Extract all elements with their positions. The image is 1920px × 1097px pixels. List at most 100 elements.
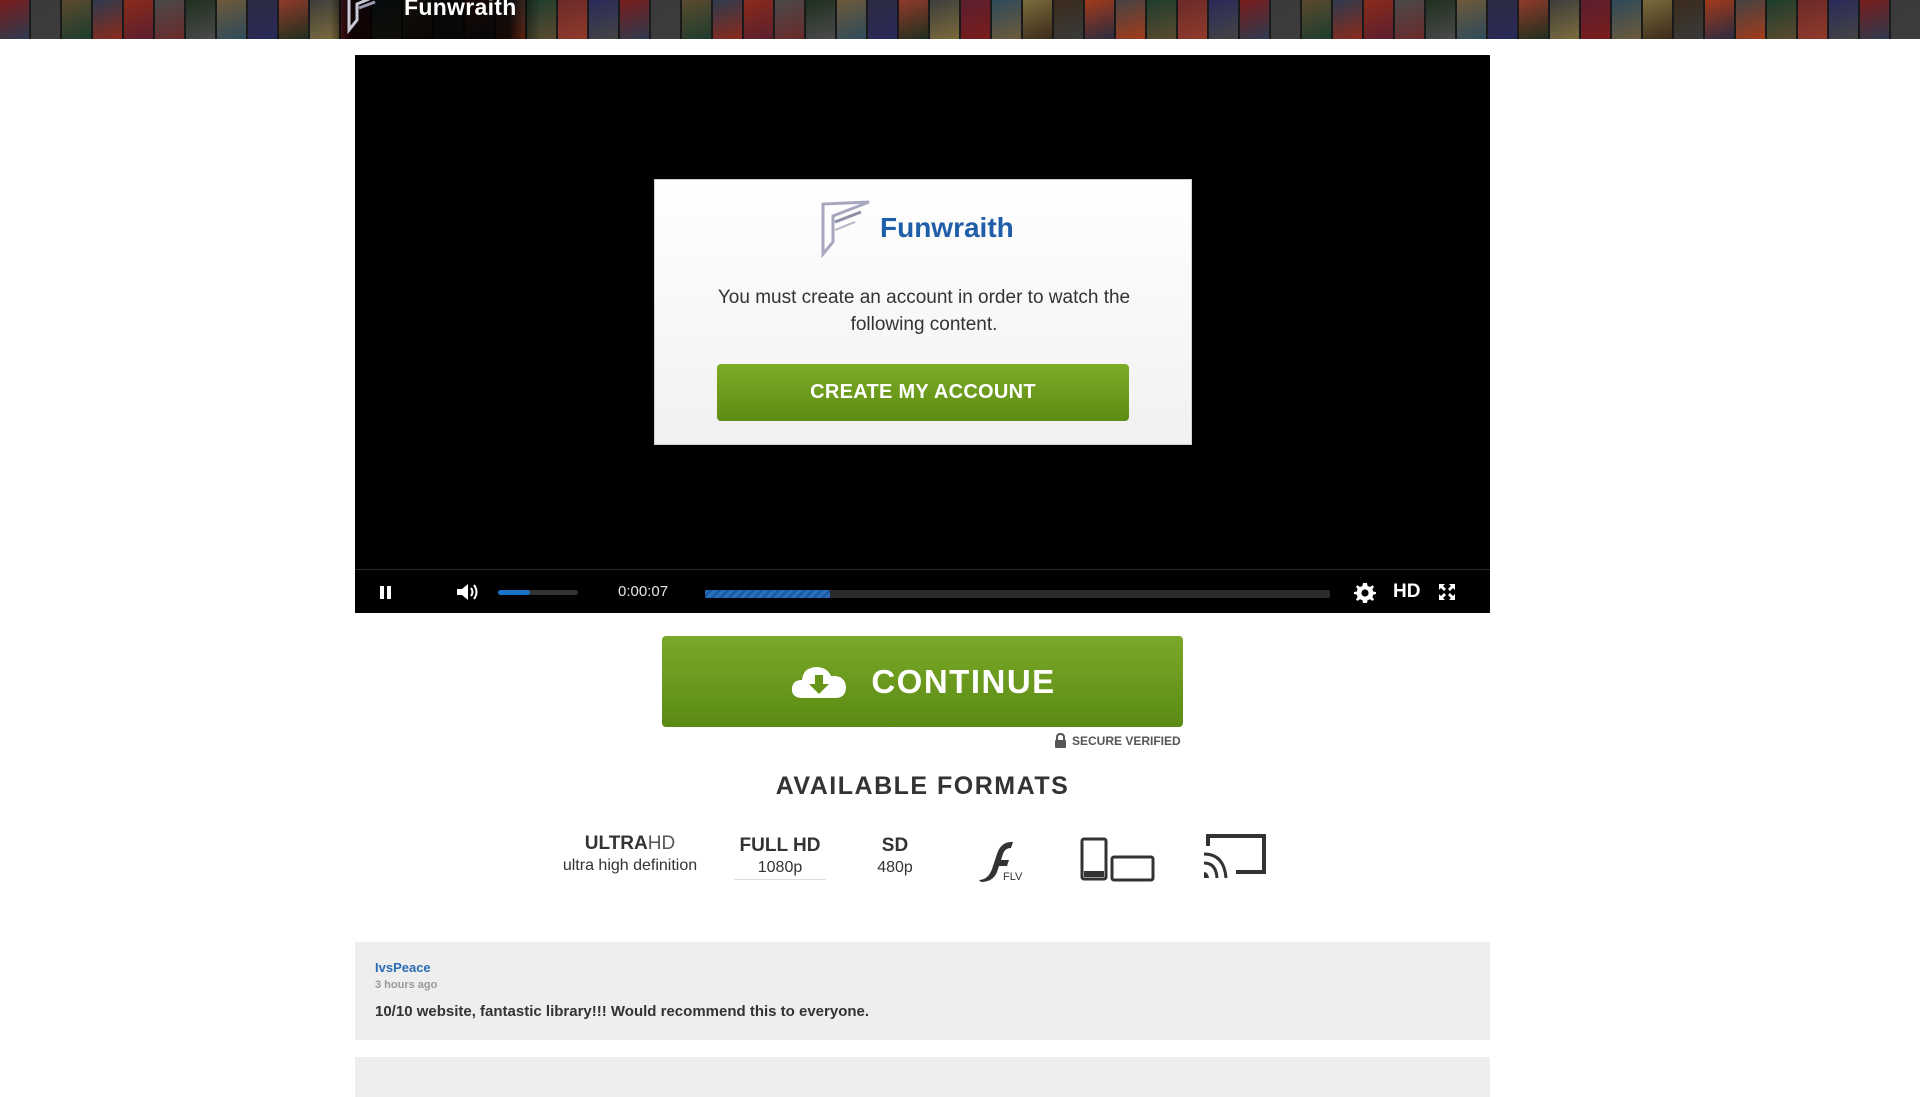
continue-button[interactable]: CONTINUE xyxy=(662,636,1183,727)
poster-thumbnail xyxy=(1519,0,1548,39)
poster-thumbnail xyxy=(1860,0,1889,39)
poster-thumbnail xyxy=(1550,0,1579,39)
poster-thumbnail xyxy=(775,0,804,39)
poster-thumbnail xyxy=(744,0,773,39)
poster-thumbnail xyxy=(1581,0,1610,39)
poster-thumbnail xyxy=(899,0,928,39)
poster-thumbnail xyxy=(1085,0,1114,39)
volume-level xyxy=(498,590,530,595)
player-controls: 0:00:07 HD xyxy=(355,569,1490,613)
comment-time: 3 hours ago xyxy=(375,979,438,991)
comment-text: 10/10 website, fantastic library!!! Woul… xyxy=(375,1003,870,1020)
poster-thumbnail xyxy=(1736,0,1765,39)
poster-thumbnail xyxy=(155,0,184,39)
sd-label: SD xyxy=(881,835,909,856)
fullhd-label: FULL HD xyxy=(739,835,821,856)
poster-thumbnail xyxy=(1705,0,1734,39)
poster-thumbnail xyxy=(1116,0,1145,39)
volume-slider[interactable] xyxy=(498,590,578,595)
flash-flv-icon: FLV xyxy=(979,842,1023,882)
fullhd-sub-label: 1080p xyxy=(757,859,803,876)
poster-thumbnail xyxy=(837,0,866,39)
comment: IvsPeace 3 hours ago 10/10 website, fant… xyxy=(355,942,1490,1040)
poster-thumbnail xyxy=(1488,0,1517,39)
poster-thumbnail xyxy=(0,0,29,39)
poster-thumbnail xyxy=(1643,0,1672,39)
poster-strip xyxy=(0,0,1920,39)
funwraith-logo-icon[interactable] xyxy=(345,0,385,34)
poster-thumbnail xyxy=(1612,0,1641,39)
poster-thumbnail xyxy=(868,0,897,39)
poster-thumbnail xyxy=(589,0,618,39)
poster-thumbnail xyxy=(1426,0,1455,39)
modal-message: You must create an account in order to w… xyxy=(717,287,1131,335)
funwraith-logo-icon xyxy=(821,200,870,258)
poster-thumbnail xyxy=(682,0,711,39)
poster-thumbnail xyxy=(930,0,959,39)
poster-thumbnail xyxy=(1209,0,1238,39)
flv-label: FLV xyxy=(1003,871,1023,882)
comment-author[interactable]: IvsPeace xyxy=(375,960,431,975)
ultra-thin-label: HD xyxy=(647,833,676,854)
modal-brand: Funwraith xyxy=(880,212,1014,243)
devices-icon xyxy=(1080,837,1155,882)
format-fullhd: FULL HD 1080p xyxy=(734,835,826,880)
poster-thumbnail xyxy=(1147,0,1176,39)
comment xyxy=(355,1057,1490,1097)
poster-thumbnail xyxy=(1333,0,1362,39)
poster-thumbnail xyxy=(620,0,649,39)
poster-thumbnail xyxy=(217,0,246,39)
seek-bar[interactable] xyxy=(705,590,1330,598)
secure-label: SECURE VERIFIED xyxy=(1072,733,1181,748)
cloud-download-icon xyxy=(792,666,847,698)
format-sd: SD 480p xyxy=(865,835,925,877)
poster-thumbnail xyxy=(279,0,308,39)
playback-time: 0:00:07 xyxy=(618,583,669,600)
poster-thumbnail xyxy=(961,0,990,39)
quality-toggle[interactable]: HD xyxy=(1393,581,1420,603)
create-account-button[interactable]: CREATE MY ACCOUNT xyxy=(717,364,1129,421)
ultra-bold-label: ULTRA xyxy=(584,833,648,854)
poster-thumbnail xyxy=(651,0,680,39)
poster-thumbnail xyxy=(1364,0,1393,39)
formats-heading: AVAILABLE FORMATS xyxy=(775,772,1070,800)
format-ultrahd: ULTRAHD ultra high definition xyxy=(555,833,705,875)
seek-progress xyxy=(705,590,830,598)
poster-thumbnail xyxy=(248,0,277,39)
site-header: Funwraith xyxy=(0,0,1920,39)
fullscreen-icon[interactable] xyxy=(1437,582,1457,602)
poster-thumbnail xyxy=(31,0,60,39)
poster-thumbnail xyxy=(1271,0,1300,39)
poster-thumbnail xyxy=(713,0,742,39)
secure-verified-badge: SECURE VERIFIED xyxy=(1054,733,1181,748)
poster-thumbnail xyxy=(806,0,835,39)
poster-thumbnail xyxy=(1891,0,1920,39)
poster-thumbnail xyxy=(186,0,215,39)
poster-thumbnail xyxy=(1023,0,1052,39)
poster-thumbnail xyxy=(93,0,122,39)
cast-icon xyxy=(1203,834,1266,879)
poster-thumbnail xyxy=(992,0,1021,39)
sd-sub-label: 480p xyxy=(877,859,913,876)
signup-modal: Funwraith You must create an account in … xyxy=(654,179,1192,445)
poster-thumbnail xyxy=(558,0,587,39)
poster-thumbnail xyxy=(1674,0,1703,39)
site-title[interactable]: Funwraith xyxy=(404,0,517,21)
continue-label: CONTINUE xyxy=(871,662,1056,700)
poster-thumbnail xyxy=(1178,0,1207,39)
ultra-sub-label: ultra high definition xyxy=(562,857,698,874)
poster-thumbnail xyxy=(1798,0,1827,39)
poster-thumbnail xyxy=(124,0,153,39)
video-player[interactable]: Funwraith You must create an account in … xyxy=(355,55,1490,613)
poster-thumbnail xyxy=(1829,0,1858,39)
lock-icon xyxy=(1055,733,1066,748)
poster-thumbnail xyxy=(1457,0,1486,39)
pause-icon[interactable] xyxy=(377,582,395,602)
poster-thumbnail xyxy=(1767,0,1796,39)
poster-thumbnail xyxy=(62,0,91,39)
volume-icon[interactable] xyxy=(455,581,481,603)
gear-icon[interactable] xyxy=(1353,581,1377,605)
poster-thumbnail xyxy=(1302,0,1331,39)
poster-thumbnail xyxy=(1395,0,1424,39)
poster-thumbnail xyxy=(1054,0,1083,39)
